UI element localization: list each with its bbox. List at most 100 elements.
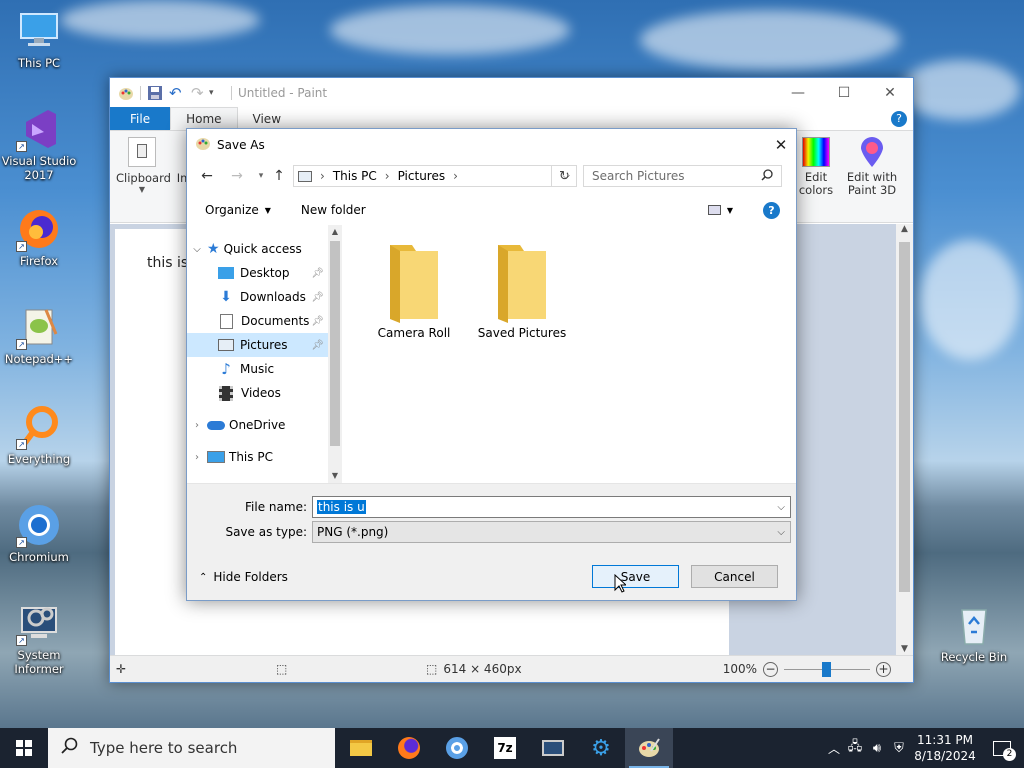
desktop-icon-everything[interactable]: ↗ Everything <box>1 404 77 466</box>
chromium-icon <box>446 737 468 759</box>
maximize-button[interactable]: ☐ <box>821 78 867 107</box>
edit-colors-button[interactable]: Edit colors <box>794 137 838 197</box>
system-informer-icon: ↗ <box>16 600 62 646</box>
save-icon[interactable] <box>147 85 163 101</box>
zoom-slider-thumb[interactable] <box>822 661 831 677</box>
separator <box>231 85 232 100</box>
nav-item-downloads[interactable]: ⬇ Downloads 📌︎ <box>187 285 328 309</box>
save-type-select[interactable]: PNG (*.png) ⌵ <box>312 521 791 543</box>
desktop-icon-visual-studio[interactable]: ↗ Visual Studio 2017 <box>1 106 77 182</box>
cloud <box>920 240 1020 360</box>
expand-chevron-icon[interactable]: › <box>187 420 207 431</box>
desktop-icon-label: Visual Studio 2017 <box>1 154 77 182</box>
paint-app-icon <box>639 738 660 757</box>
canvas-vertical-scrollbar[interactable]: ▲ ▼ <box>896 224 913 656</box>
nav-label: This PC <box>229 450 273 464</box>
taskbar-7zip[interactable]: 7z <box>481 728 529 768</box>
edit-with-paint3d-button[interactable]: Edit with Paint 3D <box>844 137 900 197</box>
nav-item-onedrive[interactable]: › OneDrive <box>187 413 328 437</box>
scroll-down-icon[interactable]: ▼ <box>328 469 342 483</box>
nav-item-pictures[interactable]: Pictures 📌︎ <box>187 333 328 357</box>
cancel-button[interactable]: Cancel <box>691 565 778 588</box>
close-button[interactable]: ✕ <box>867 78 913 107</box>
taskbar-chromium[interactable] <box>433 728 481 768</box>
save-button[interactable]: Save <box>592 565 679 588</box>
chevron-up-icon: ⌃ <box>199 571 208 583</box>
taskbar-system-informer[interactable] <box>529 728 577 768</box>
new-folder-button[interactable]: New folder <box>301 203 366 217</box>
chevron-down-icon[interactable]: ▼ <box>727 206 733 215</box>
visual-studio-icon: ↗ <box>16 106 62 152</box>
ribbon-group-clipboard[interactable]: Clipboard ▼ <box>116 137 171 194</box>
redo-icon[interactable]: ↷ <box>191 85 207 101</box>
desktop-icon-firefox[interactable]: ↗ Firefox <box>1 206 77 268</box>
breadcrumb-pictures[interactable]: Pictures <box>398 169 446 183</box>
nav-item-music[interactable]: ♪ Music <box>187 357 328 381</box>
pin-icon: 📌︎ <box>311 291 324 303</box>
navigation-pane: ⌵ ★ Quick access Desktop 📌︎ ⬇ Downloads … <box>187 225 342 483</box>
nav-item-quick-access[interactable]: ⌵ ★ Quick access <box>187 237 328 261</box>
taskbar-firefox[interactable] <box>385 728 433 768</box>
network-icon[interactable]: 🖧︎ <box>844 737 866 759</box>
notifications-button[interactable]: 2 <box>980 728 1024 768</box>
film-strip-icon <box>219 385 233 401</box>
zoom-in-button[interactable]: + <box>876 661 891 677</box>
tab-file[interactable]: File <box>110 107 171 130</box>
refresh-icon[interactable]: ↻ <box>551 165 577 187</box>
search-pictures-input[interactable]: Search Pictures <box>583 165 782 187</box>
security-icon[interactable]: ⛨ <box>888 741 910 756</box>
taskbar-app-gear[interactable]: ⚙ <box>577 728 625 768</box>
file-name-input[interactable]: this is u ⌵ <box>312 496 791 518</box>
folder-item-camera-roll[interactable]: Camera Roll <box>364 241 464 340</box>
taskbar-file-explorer[interactable] <box>337 728 385 768</box>
dialog-title: Save As <box>217 137 265 152</box>
zoom-slider[interactable] <box>784 661 870 677</box>
show-hidden-icons-icon[interactable]: ︿ <box>824 740 844 757</box>
taskbar-search-box[interactable]: Type here to search <box>48 728 335 768</box>
scroll-up-icon[interactable]: ▲ <box>896 224 913 234</box>
nav-pane-scrollbar[interactable]: ▲ ▼ <box>328 225 342 483</box>
folder-label: Saved Pictures <box>477 326 567 340</box>
hide-folders-button[interactable]: ⌃ Hide Folders <box>199 570 288 584</box>
nav-item-this-pc[interactable]: › This PC <box>187 445 328 469</box>
zoom-out-button[interactable]: − <box>763 661 778 677</box>
address-bar[interactable]: › This PC › Pictures › ⌵ <box>293 165 577 187</box>
up-icon[interactable]: ↑ <box>267 164 291 188</box>
nav-item-videos[interactable]: Videos <box>187 381 328 405</box>
nav-item-documents[interactable]: Documents 📌︎ <box>187 309 328 333</box>
forward-icon[interactable]: → <box>225 164 249 188</box>
undo-icon[interactable]: ↶ <box>169 85 185 101</box>
customize-quick-access-icon[interactable]: ▾ <box>209 85 225 101</box>
mouse-cursor-icon <box>614 573 628 596</box>
organize-button[interactable]: Organize ▼ <box>205 203 271 217</box>
desktop-icon-notepadpp[interactable]: ↗ Notepad++ <box>1 304 77 366</box>
dialog-close-button[interactable]: ✕ <box>766 136 796 154</box>
taskbar-paint[interactable] <box>625 728 673 768</box>
desktop-icon-this-pc[interactable]: This PC <box>1 8 77 70</box>
minimize-button[interactable]: — <box>775 78 821 107</box>
shortcut-arrow-icon: ↗ <box>16 635 27 646</box>
tab-view[interactable]: View <box>238 107 296 130</box>
scroll-thumb[interactable] <box>330 241 340 446</box>
start-button[interactable] <box>0 728 48 768</box>
folder-item-saved-pictures[interactable]: Saved Pictures <box>472 241 572 340</box>
scroll-up-icon[interactable]: ▲ <box>328 225 342 239</box>
scroll-thumb[interactable] <box>899 242 910 592</box>
back-icon[interactable]: ← <box>195 164 219 188</box>
expand-chevron-icon[interactable]: ⌵ <box>187 244 207 255</box>
desktop-icon-recycle-bin[interactable]: Recycle Bin <box>936 602 1012 664</box>
volume-icon[interactable]: 🔊︎ <box>866 741 888 756</box>
tab-home[interactable]: Home <box>170 107 238 130</box>
help-icon[interactable]: ? <box>763 201 780 219</box>
nav-item-desktop[interactable]: Desktop 📌︎ <box>187 261 328 285</box>
clock[interactable]: 11:31 PM 8/18/2024 <box>910 732 980 764</box>
help-icon[interactable]: ? <box>891 111 907 127</box>
desktop-icon-system-informer[interactable]: ↗ System Informer <box>1 600 77 676</box>
view-options-icon[interactable] <box>707 205 721 215</box>
scroll-down-icon[interactable]: ▼ <box>896 644 913 654</box>
breadcrumb-this-pc[interactable]: This PC <box>333 169 377 183</box>
desktop-icon-chromium[interactable]: ↗ Chromium <box>1 502 77 564</box>
expand-chevron-icon[interactable]: › <box>187 452 207 463</box>
chevron-down-icon[interactable]: ⌵ <box>777 502 785 513</box>
desktop-icon-label: Recycle Bin <box>940 650 1008 664</box>
